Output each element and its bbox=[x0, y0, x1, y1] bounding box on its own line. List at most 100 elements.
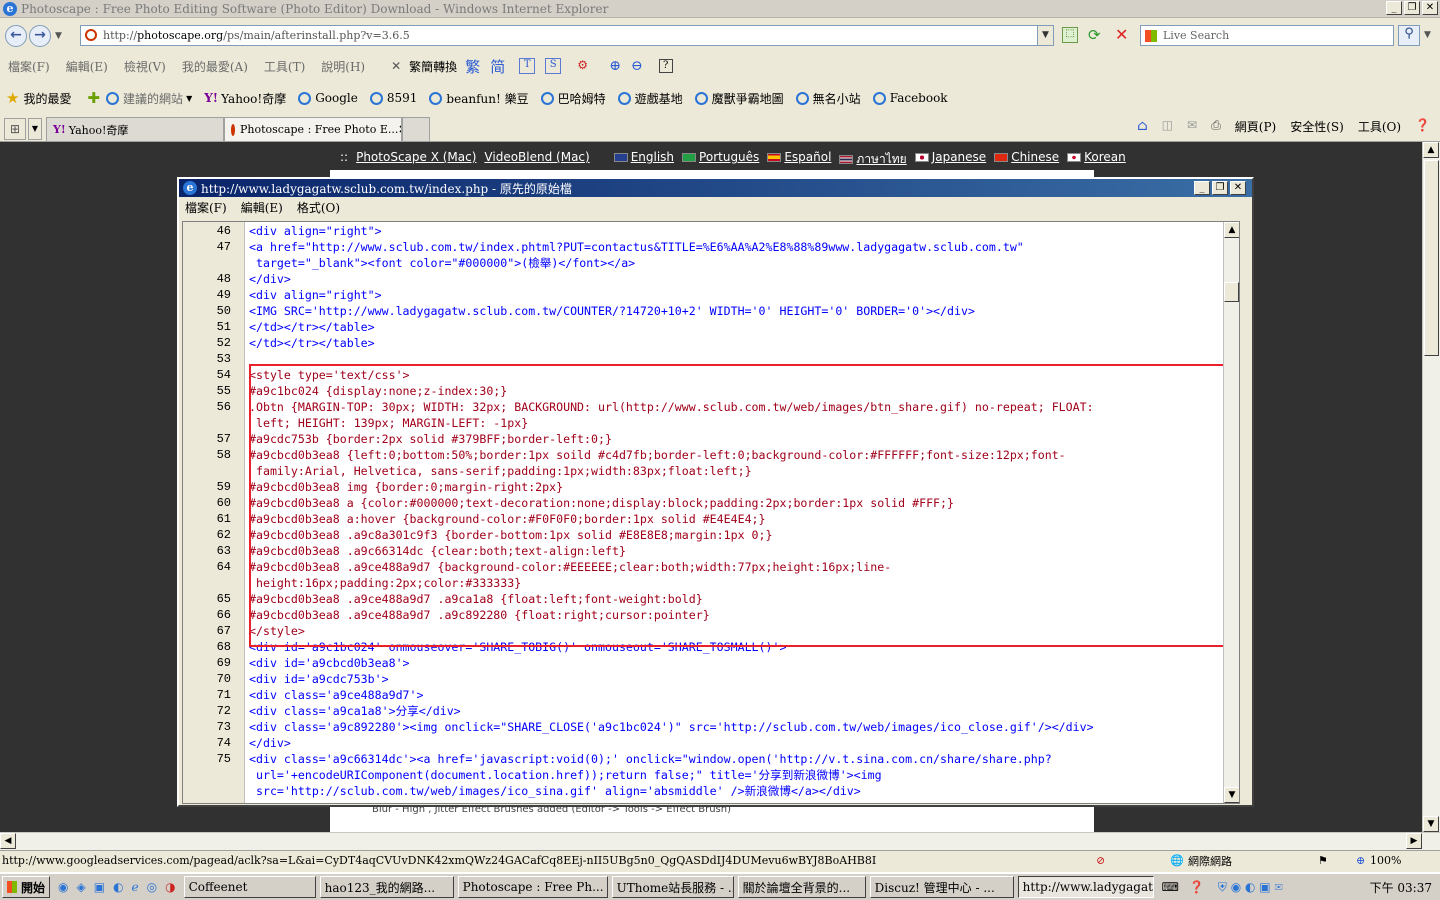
link-videoblend[interactable]: VideoBlend (Mac) bbox=[484, 150, 589, 169]
source-scroll-thumb[interactable] bbox=[1224, 282, 1239, 302]
address-input[interactable]: http://photoscape.org/ps/main/afterinsta… bbox=[80, 25, 1054, 46]
fav-yahoo[interactable]: Y! Yahoo!奇摩 bbox=[204, 90, 286, 107]
simplified-button[interactable]: 简 bbox=[490, 56, 505, 77]
tab-list-icon[interactable]: ▼ bbox=[28, 118, 42, 140]
quicklaunch-icon-4[interactable]: ◐ bbox=[113, 880, 123, 894]
quicklaunch-icon-2[interactable]: ◈ bbox=[76, 880, 85, 894]
scroll-left-arrow[interactable]: ◀ bbox=[0, 833, 16, 849]
search-button[interactable]: ⚲ bbox=[1398, 25, 1420, 46]
stop-icon[interactable]: ✕ bbox=[1115, 25, 1128, 44]
fav-warcraft-maps[interactable]: 魔獸爭霸地圖 bbox=[694, 90, 784, 107]
new-tab-button[interactable] bbox=[402, 117, 430, 141]
home-icon[interactable]: ⌂ bbox=[1137, 118, 1148, 135]
back-button[interactable]: ← bbox=[5, 25, 27, 47]
text-s-icon[interactable]: S bbox=[545, 58, 562, 74]
page-horizontal-scrollbar[interactable]: ◀ ▶ bbox=[0, 832, 1440, 850]
fav-facebook[interactable]: Facebook bbox=[872, 91, 948, 105]
taskbar-discuz[interactable]: Discuz! 管理中心 - ... bbox=[869, 876, 1014, 898]
safety-menu[interactable]: 安全性(S) bbox=[1290, 118, 1344, 135]
source-scroll-up-arrow[interactable]: ▲ bbox=[1224, 222, 1239, 238]
menu-file[interactable]: 檔案(F) bbox=[8, 58, 50, 75]
tab-photoscape[interactable]: Photoscape : Free Photo E...✕ bbox=[224, 117, 402, 141]
address-dropdown-icon[interactable]: ▼ bbox=[1037, 26, 1053, 45]
source-menu-file[interactable]: 檔案(F) bbox=[185, 199, 227, 216]
feeds-icon[interactable]: ◫ bbox=[1162, 118, 1173, 135]
protected-mode-icon[interactable]: ⚑ bbox=[1318, 854, 1328, 867]
help-menu-icon[interactable]: ❓ bbox=[1415, 118, 1430, 135]
help-icon[interactable]: ? bbox=[658, 59, 673, 73]
maximize-button[interactable]: ❐ bbox=[1404, 1, 1420, 15]
source-close-button[interactable]: ✕ bbox=[1230, 181, 1246, 195]
refresh-icon[interactable]: ⟳ bbox=[1088, 26, 1101, 44]
zoom-out-icon[interactable]: ⊖ bbox=[631, 58, 643, 74]
zoom-level[interactable]: 100% bbox=[1370, 854, 1401, 867]
quicklaunch-icon-1[interactable]: ◉ bbox=[58, 880, 68, 894]
lang-korean[interactable]: Korean bbox=[1084, 150, 1126, 164]
quick-tabs-icon[interactable]: ⊞ bbox=[4, 118, 26, 140]
menu-help[interactable]: 說明(H) bbox=[321, 58, 365, 75]
fav-wretch[interactable]: 無名小站 bbox=[795, 90, 861, 107]
fav-8591[interactable]: 8591 bbox=[369, 91, 417, 105]
lang-spanish[interactable]: Español bbox=[784, 150, 831, 164]
menu-tools[interactable]: 工具(T) bbox=[264, 58, 305, 75]
taskbar-hao123[interactable]: hao123_我的網路... bbox=[319, 876, 454, 898]
menu-favorites[interactable]: 我的最愛(A) bbox=[182, 58, 248, 75]
fav-suggested-sites[interactable]: 建議的網站 ▼ bbox=[106, 90, 192, 107]
quicklaunch-ie-icon[interactable]: ℯ bbox=[132, 880, 139, 894]
traditional-button[interactable]: 繁 bbox=[465, 56, 480, 77]
source-vertical-scrollbar[interactable]: ▲ ▼ bbox=[1223, 222, 1239, 803]
compat-icon[interactable]: ⬚ bbox=[1062, 27, 1078, 43]
scroll-up-arrow[interactable]: ▲ bbox=[1423, 142, 1439, 158]
taskbar-uthome[interactable]: UThome站長服務 - ... bbox=[611, 876, 734, 898]
tools-menu[interactable]: 工具(O) bbox=[1358, 118, 1401, 135]
link-photoscape-x[interactable]: PhotoScape X (Mac) bbox=[356, 150, 476, 169]
help-tray-icon[interactable]: ❓ bbox=[1189, 880, 1204, 894]
fav-game-base[interactable]: 遊戲基地 bbox=[617, 90, 683, 107]
scroll-down-arrow[interactable]: ▼ bbox=[1423, 816, 1439, 832]
text-tool-icon[interactable]: T bbox=[519, 58, 536, 74]
lang-portuguese[interactable]: Português bbox=[699, 150, 759, 164]
source-menu-edit[interactable]: 編輯(E) bbox=[241, 199, 283, 216]
quicklaunch-icon-7[interactable]: ◑ bbox=[165, 880, 175, 894]
search-input[interactable]: Live Search bbox=[1140, 25, 1394, 46]
lang-thai[interactable]: ภาษาไทย bbox=[856, 152, 906, 166]
taskbar-forum-bg[interactable]: 關於論壇全背景的... bbox=[737, 876, 866, 898]
search-options-icon[interactable]: ▼ bbox=[1424, 30, 1431, 40]
taskbar-source-window[interactable]: http://www.ladygagat... bbox=[1017, 876, 1154, 898]
start-button[interactable]: 開始 bbox=[2, 876, 50, 898]
add-favorites-icon[interactable]: ✚ bbox=[87, 89, 100, 107]
fav-google[interactable]: Google bbox=[298, 91, 358, 105]
quicklaunch-icon-3[interactable]: ▣ bbox=[94, 880, 105, 894]
tab-yahoo[interactable]: Y! Yahoo!奇摩 bbox=[46, 117, 224, 141]
source-menu-format[interactable]: 格式(O) bbox=[297, 199, 340, 216]
forward-button[interactable]: → bbox=[29, 25, 51, 47]
keyboard-icon[interactable]: ⌨ bbox=[1162, 880, 1179, 894]
taskbar-coffeenet[interactable]: Coffeenet bbox=[183, 876, 316, 898]
zoom-in-icon[interactable]: ⊕ bbox=[609, 58, 621, 74]
minimize-button[interactable]: _ bbox=[1386, 1, 1402, 15]
source-minimize-button[interactable]: _ bbox=[1194, 181, 1210, 195]
menu-edit[interactable]: 編輯(E) bbox=[66, 58, 108, 75]
fav-bahamut[interactable]: 巴哈姆特 bbox=[540, 90, 606, 107]
source-maximize-button[interactable]: ❐ bbox=[1212, 181, 1228, 195]
page-vertical-scrollbar[interactable]: ▲ ▼ bbox=[1422, 142, 1440, 832]
zoom-icon[interactable]: ⊕ bbox=[1356, 854, 1365, 867]
scroll-right-arrow[interactable]: ▶ bbox=[1406, 833, 1422, 849]
lang-japanese[interactable]: Japanese bbox=[932, 150, 987, 164]
source-code-area[interactable]: 46 <div align="right"> 47 <a href="http://w… bbox=[182, 221, 1240, 804]
taskbar-photoscape[interactable]: Photoscape : Free Ph... bbox=[457, 876, 608, 898]
scroll-thumb[interactable] bbox=[1424, 160, 1439, 356]
quicklaunch-icon-6[interactable]: ◎ bbox=[147, 880, 157, 894]
menu-view[interactable]: 檢視(V) bbox=[124, 58, 166, 75]
print-icon[interactable]: ⎙ bbox=[1211, 118, 1221, 135]
options-icon[interactable]: ⚙ bbox=[577, 58, 593, 74]
fav-beanfun[interactable]: beanfun! 樂豆 bbox=[429, 90, 529, 107]
close-button[interactable]: ✕ bbox=[1422, 1, 1438, 15]
translate-label[interactable]: 繁簡轉換 bbox=[409, 58, 457, 75]
lang-chinese[interactable]: Chinese bbox=[1011, 150, 1059, 164]
close-toolbar-icon[interactable]: ✕ bbox=[391, 59, 401, 73]
page-menu[interactable]: 網頁(P) bbox=[1235, 118, 1276, 135]
lang-english[interactable]: English bbox=[631, 150, 674, 164]
source-scroll-down-arrow[interactable]: ▼ bbox=[1224, 787, 1239, 803]
favorites-label[interactable]: 我的最愛 bbox=[23, 90, 71, 107]
